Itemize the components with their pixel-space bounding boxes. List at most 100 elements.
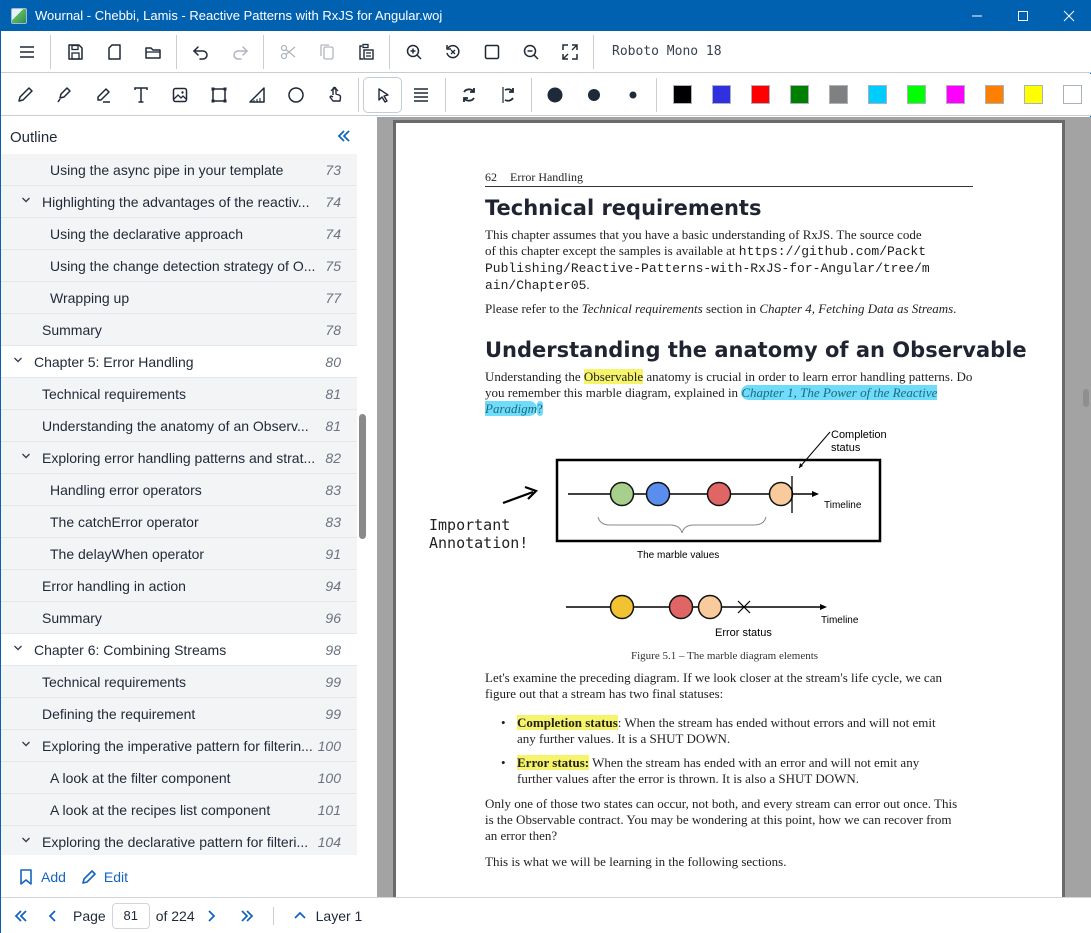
- ruler-tool-button[interactable]: [238, 77, 277, 113]
- edit-bookmark-button[interactable]: Edit: [80, 868, 128, 886]
- document-viewport[interactable]: 62 Error Handling Technical requirements…: [377, 117, 1091, 897]
- stroke-size-medium-button[interactable]: [575, 77, 614, 113]
- previous-page-button[interactable]: [37, 909, 69, 922]
- pen-tool-button[interactable]: [6, 77, 45, 113]
- close-button[interactable]: [1046, 0, 1091, 31]
- outline-item[interactable]: Exploring error handling patterns and st…: [1, 442, 357, 474]
- open-button[interactable]: [133, 34, 172, 70]
- outline-item[interactable]: Understanding the anatomy of an Observ..…: [1, 410, 357, 442]
- save-button[interactable]: [55, 34, 94, 70]
- outline-item-label: Chapter 6: Combining Streams: [34, 641, 227, 658]
- first-page-button[interactable]: [5, 909, 37, 923]
- color-swatch[interactable]: [1062, 85, 1082, 104]
- layer-toggle-button[interactable]: [284, 910, 316, 922]
- outline-item[interactable]: Technical requirements 99: [1, 666, 357, 698]
- next-page-button[interactable]: [195, 909, 227, 922]
- outline-item-label: Understanding the anatomy of an Observ..…: [42, 417, 309, 434]
- outline-item[interactable]: Exploring the imperative pattern for fil…: [1, 730, 357, 762]
- outline-item[interactable]: A look at the recipes list component 101: [1, 794, 357, 826]
- line-spacing-button[interactable]: [402, 77, 441, 113]
- undo-button[interactable]: [181, 34, 220, 70]
- toolbar-separator: [593, 34, 594, 69]
- copy-button[interactable]: [307, 34, 346, 70]
- outline-chapter-item[interactable]: Chapter 6: Combining Streams 98: [1, 634, 357, 666]
- select-pointer-tool-button[interactable]: [363, 76, 402, 113]
- outline-item[interactable]: A look at the filter component 100: [1, 762, 357, 794]
- outline-item[interactable]: Using the change detection strategy of O…: [1, 250, 357, 282]
- redo-button[interactable]: [220, 34, 259, 70]
- color-swatch[interactable]: [867, 85, 887, 104]
- outline-item[interactable]: Error handling in action 94: [1, 570, 357, 602]
- last-page-button[interactable]: [231, 909, 263, 923]
- zoom-in-button[interactable]: [394, 34, 433, 70]
- reset-zoom-button[interactable]: [433, 34, 472, 70]
- paragraph-anatomy-4: This is what we will be learning in the …: [485, 854, 787, 869]
- outline-item[interactable]: Wrapping up 77: [1, 282, 357, 314]
- outline-chapter-item[interactable]: Chapter 5: Error Handling 80: [1, 346, 357, 378]
- color-swatch[interactable]: [789, 85, 809, 104]
- color-swatch[interactable]: [828, 85, 848, 104]
- chevron-down-icon[interactable]: [20, 452, 32, 463]
- new-page-button[interactable]: [94, 34, 133, 70]
- cut-button[interactable]: [268, 34, 307, 70]
- outline-item[interactable]: Summary 78: [1, 314, 357, 346]
- paste-button[interactable]: [346, 34, 385, 70]
- outline-item[interactable]: Summary 96: [1, 602, 357, 634]
- chevron-down-icon[interactable]: [12, 644, 24, 655]
- color-swatch[interactable]: [984, 85, 1004, 104]
- highlighter-tool-button[interactable]: [45, 77, 84, 113]
- maximize-button[interactable]: [1000, 0, 1046, 31]
- eraser-tool-button[interactable]: [83, 77, 122, 113]
- font-selector[interactable]: Roboto Mono 18: [612, 44, 722, 59]
- section-heading-anatomy: Understanding the anatomy of an Observab…: [485, 338, 1027, 362]
- rectangle-select-tool-button[interactable]: [199, 77, 238, 113]
- add-bookmark-button[interactable]: Add: [17, 868, 66, 886]
- marble: [645, 481, 671, 507]
- color-swatch[interactable]: [1023, 85, 1043, 104]
- color-swatch[interactable]: [906, 85, 926, 104]
- color-swatch[interactable]: [750, 85, 770, 104]
- outline-scrollbar-thumb[interactable]: [359, 414, 366, 539]
- outline-item[interactable]: Highlighting the advantages of the react…: [1, 186, 357, 218]
- outline-item[interactable]: Defining the requirement 99: [1, 698, 357, 730]
- menu-button[interactable]: [7, 34, 46, 70]
- zoom-out-button[interactable]: [511, 34, 550, 70]
- fit-page-button[interactable]: [472, 34, 511, 70]
- outline-item[interactable]: The delayWhen operator 91: [1, 538, 357, 570]
- stroke-size-small-button[interactable]: [613, 77, 652, 113]
- ellipse-tool-button[interactable]: [277, 77, 316, 113]
- outline-item[interactable]: Using the declarative approach 74: [1, 218, 357, 250]
- error-timeline-arrowhead: [820, 604, 827, 610]
- outline-item-page: 99: [325, 705, 341, 722]
- outline-item[interactable]: Exploring the declarative pattern for fi…: [1, 826, 357, 855]
- rotate-page-button[interactable]: [488, 77, 527, 113]
- collapse-sidebar-button[interactable]: [337, 127, 357, 148]
- text-tool-button[interactable]: [122, 77, 161, 113]
- chevron-down-icon[interactable]: [12, 356, 24, 367]
- page-number: 62: [485, 170, 497, 184]
- chevron-down-icon[interactable]: [20, 196, 32, 207]
- zoom-out-icon: [523, 44, 539, 60]
- outline-item[interactable]: Handling error operators 83: [1, 474, 357, 506]
- image-tool-button[interactable]: [161, 77, 200, 113]
- color-swatch[interactable]: [945, 85, 965, 104]
- outline-item[interactable]: Using the async pipe in your template 73: [1, 154, 357, 186]
- document-scrollbar-thumb[interactable]: [1083, 389, 1089, 407]
- touch-drawing-button[interactable]: [316, 77, 355, 113]
- outline-item-label: Highlighting the advantages of the react…: [42, 193, 310, 210]
- fullscreen-button[interactable]: [550, 34, 589, 70]
- outline-item[interactable]: Technical requirements 81: [1, 378, 357, 410]
- page-number-input[interactable]: 81: [111, 902, 150, 929]
- outline-item[interactable]: The catchError operator 83: [1, 506, 357, 538]
- outline-list: Using the async pipe in your template 73 H…: [1, 154, 357, 855]
- color-swatch[interactable]: [672, 85, 692, 104]
- highlight-error-status: Error status:: [517, 755, 590, 770]
- chevron-down-icon[interactable]: [20, 740, 32, 751]
- rotate-button[interactable]: [450, 77, 489, 113]
- color-swatch[interactable]: [711, 85, 731, 104]
- new-page-icon: [107, 43, 121, 60]
- stroke-size-large-button[interactable]: [536, 77, 575, 113]
- dot-small-icon: [629, 91, 637, 98]
- minimize-button[interactable]: [954, 0, 1000, 31]
- chevron-down-icon[interactable]: [20, 836, 32, 847]
